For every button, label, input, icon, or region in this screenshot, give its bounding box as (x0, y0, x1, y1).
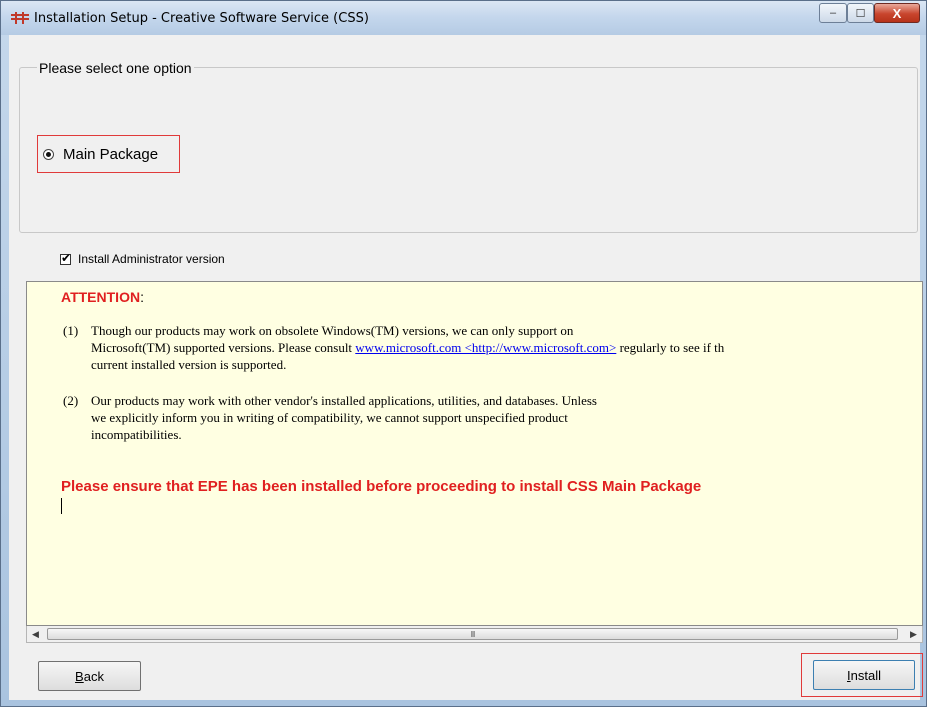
text-caret (61, 498, 62, 514)
item-number: (2) (63, 393, 79, 408)
installer-window: Installation Setup - Creative Software S… (0, 0, 927, 707)
back-label: ack (83, 668, 104, 684)
maximize-icon: ☐ (855, 7, 866, 20)
item-line: we explicitly inform you in writing of c… (91, 410, 568, 425)
item-line: Microsoft(TM) supported versions. Please… (91, 339, 927, 356)
item-line: Our products may work with other vendor'… (91, 393, 597, 408)
minimize-icon: – (829, 7, 837, 19)
admin-version-label[interactable]: Install Administrator version (78, 252, 225, 266)
item-line: Though our products may work on obsolete… (91, 323, 574, 338)
scroll-right-icon[interactable]: ▶ (905, 626, 922, 642)
back-accel-key: B (75, 668, 84, 684)
attention-heading-text: ATTENTION (61, 289, 141, 305)
item-line: incompatibilities. (91, 427, 182, 442)
minimize-button[interactable]: – (819, 3, 847, 23)
main-package-radio[interactable]: Main Package (37, 135, 180, 173)
install-label: nstall (850, 667, 881, 683)
item-text: Though our products may work on obsolete… (91, 322, 927, 373)
scroll-grip-icon: III (470, 629, 476, 639)
maximize-button[interactable]: ☐ (847, 3, 874, 23)
item-line: current installed version is supported. (91, 357, 287, 372)
app-icon (11, 12, 29, 24)
main-package-label[interactable]: Main Package (63, 146, 158, 163)
close-button[interactable]: X (874, 3, 920, 23)
item-number: (1) (63, 323, 79, 338)
item-text-segment: Microsoft(TM) supported versions. Please… (91, 340, 356, 355)
option-group-legend: Please select one option (37, 60, 194, 76)
window-title: Installation Setup - Creative Software S… (34, 11, 369, 26)
horizontal-scrollbar[interactable]: ◀ III ▶ (26, 626, 923, 643)
attention-heading-colon: : (140, 289, 144, 305)
scroll-left-icon[interactable]: ◀ (27, 626, 44, 642)
admin-version-checkbox[interactable]: ✔ Install Administrator version (60, 251, 225, 266)
back-button[interactable]: Back (38, 661, 141, 691)
radio-selected-icon[interactable] (43, 148, 54, 160)
attention-heading: ATTENTION: (61, 289, 144, 305)
close-icon: X (892, 5, 902, 21)
microsoft-link[interactable]: www.microsoft.com <http://www.microsoft.… (355, 340, 616, 355)
attention-textbox[interactable]: ATTENTION: (1) Though our products may w… (26, 281, 923, 626)
item-text: Our products may work with other vendor'… (91, 392, 927, 443)
checkbox-icon[interactable]: ✔ (60, 251, 71, 265)
item-text-segment: regularly to see if th (616, 340, 725, 355)
epe-warning-text: Please ensure that EPE has been installe… (61, 478, 702, 495)
install-button[interactable]: Install (813, 660, 915, 690)
title-bar[interactable]: Installation Setup - Creative Software S… (1, 1, 926, 35)
scroll-thumb[interactable]: III (47, 628, 898, 640)
